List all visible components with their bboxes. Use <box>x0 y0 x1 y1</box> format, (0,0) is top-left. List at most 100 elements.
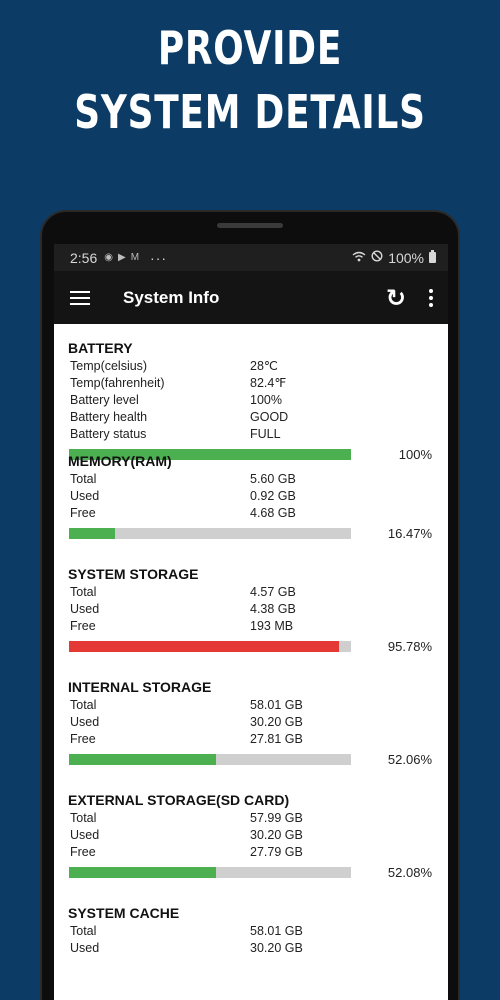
info-row: Battery health GOOD <box>68 409 432 426</box>
status-time: 2:56 <box>70 249 98 266</box>
usage-percent: 16.47% <box>387 526 432 541</box>
promo-heading: PROVIDE SYSTEM DETAILS <box>55 16 445 144</box>
info-row: Free 4.68 GB <box>68 505 432 522</box>
info-value: 28℃ <box>250 359 278 373</box>
usage-percent: 52.08% <box>387 865 432 880</box>
battery-percent: 100% <box>388 249 424 266</box>
info-section: SYSTEM CACHE Total 58.01 GB Used 30.20 GB <box>68 903 432 1000</box>
refresh-icon[interactable]: ↻ <box>386 286 406 310</box>
section-title: BATTERY <box>68 340 133 356</box>
info-label: Battery level <box>70 393 139 407</box>
info-value: FULL <box>250 427 281 441</box>
info-row: Temp(celsius) 28℃ <box>68 358 432 375</box>
info-row: Used 0.92 GB <box>68 488 432 505</box>
info-value: 58.01 GB <box>250 924 303 938</box>
info-value: 4.68 GB <box>250 506 296 520</box>
info-section: SYSTEM STORAGE Total 4.57 GB Used 4.38 GB Fre… <box>68 564 432 677</box>
info-value: 27.81 GB <box>250 732 303 746</box>
info-row: Total 58.01 GB <box>68 923 432 940</box>
info-section: EXTERNAL STORAGE(SD CARD) Total 57.99 GB Us… <box>68 790 432 903</box>
usage-bar-line: 52.08% <box>68 865 432 880</box>
info-label: Used <box>70 602 100 616</box>
usage-progress-fill <box>69 641 340 652</box>
info-label: Battery status <box>70 427 147 441</box>
info-value: 4.38 GB <box>250 602 296 616</box>
app-title: System Info <box>123 287 220 307</box>
info-value: 82.4℉ <box>250 376 287 390</box>
info-row: Free 27.81 GB <box>68 731 432 748</box>
info-label: Free <box>70 506 96 520</box>
usage-progress-bar <box>69 641 351 652</box>
info-row: Total 5.60 GB <box>68 471 432 488</box>
info-label: Battery health <box>70 410 148 424</box>
info-value: 30.20 GB <box>250 828 303 842</box>
info-value: 30.20 GB <box>250 715 303 729</box>
info-value: 0.92 GB <box>250 489 296 503</box>
info-value: GOOD <box>250 410 289 424</box>
info-section: MEMORY(RAM) Total 5.60 GB Used 0.92 GB Free 4.… <box>68 451 432 564</box>
info-label: Total <box>70 472 97 486</box>
info-row: Used 4.38 GB <box>68 601 432 618</box>
info-label: Total <box>70 924 97 938</box>
section-title: SYSTEM STORAGE <box>68 566 199 582</box>
info-row: Free 27.79 GB <box>68 844 432 861</box>
info-label: Total <box>70 811 97 825</box>
info-section: INTERNAL STORAGE Total 58.01 GB Used 30.20 G… <box>68 677 432 790</box>
battery-icon <box>429 250 436 263</box>
usage-progress-bar <box>69 528 351 539</box>
promo-line-2: SYSTEM DETAILS <box>74 85 426 139</box>
info-label: Used <box>70 941 100 955</box>
info-row: Total 58.01 GB <box>68 697 432 714</box>
phone-screen: 2:56 ◉ ▶ M ··· 100% System Info ↻ BATTER… <box>54 244 448 1000</box>
usage-progress-fill <box>69 754 216 765</box>
usage-progress-bar <box>69 754 351 765</box>
overflow-menu-icon[interactable] <box>428 288 434 307</box>
usage-progress-bar <box>69 867 351 878</box>
promo-line-1: PROVIDE <box>157 21 343 75</box>
info-label: Temp(fahrenheit) <box>70 376 165 390</box>
info-label: Temp(celsius) <box>70 359 148 373</box>
info-section: BATTERY Temp(celsius) 28℃ Temp(fahrenheit) 8… <box>68 338 432 462</box>
info-row: Used 30.20 GB <box>68 714 432 731</box>
status-bar: 2:56 ◉ ▶ M ··· 100% <box>54 244 448 271</box>
info-label: Used <box>70 489 100 503</box>
gmail-icon: M <box>130 252 140 263</box>
info-row: Total 4.57 GB <box>68 584 432 601</box>
info-label: Used <box>70 715 100 729</box>
info-label: Total <box>70 585 97 599</box>
usage-progress-fill <box>69 867 216 878</box>
usage-bar-line: 16.47% <box>68 526 432 541</box>
info-label: Total <box>70 698 97 712</box>
info-row: Used 30.20 GB <box>68 827 432 844</box>
info-row: Battery level 100% <box>68 392 432 409</box>
wifi-icon <box>352 251 366 265</box>
info-list[interactable]: BATTERY Temp(celsius) 28℃ Temp(fahrenheit) 8… <box>54 324 448 1000</box>
info-row: Total 57.99 GB <box>68 810 432 827</box>
info-value: 57.99 GB <box>250 811 303 825</box>
info-row: Free 193 MB <box>68 618 432 635</box>
info-row: Battery status FULL <box>68 426 432 443</box>
play-icon: ▶ <box>117 252 126 263</box>
more-notifications-icon: ··· <box>150 249 168 266</box>
section-title: EXTERNAL STORAGE(SD CARD) <box>68 792 290 808</box>
info-value: 5.60 GB <box>250 472 296 486</box>
info-label: Free <box>70 732 96 746</box>
menu-icon[interactable] <box>70 290 90 305</box>
info-value: 100% <box>250 393 282 407</box>
app-bar: System Info ↻ <box>54 271 448 324</box>
phone-speaker <box>217 223 283 228</box>
info-label: Free <box>70 619 96 633</box>
info-value: 30.20 GB <box>250 941 303 955</box>
do-not-disturb-icon <box>371 250 383 265</box>
section-title: INTERNAL STORAGE <box>68 679 212 695</box>
usage-bar-line: 52.06% <box>68 752 432 767</box>
info-label: Used <box>70 828 100 842</box>
section-title: SYSTEM CACHE <box>68 905 180 921</box>
info-label: Free <box>70 845 96 859</box>
info-row: Temp(fahrenheit) 82.4℉ <box>68 375 432 392</box>
info-row: Used 30.20 GB <box>68 940 432 957</box>
usage-progress-fill <box>69 528 116 539</box>
nav-icon: ◉ <box>104 252 113 263</box>
usage-percent: 95.78% <box>387 639 432 654</box>
usage-bar-line: 95.78% <box>68 639 432 654</box>
